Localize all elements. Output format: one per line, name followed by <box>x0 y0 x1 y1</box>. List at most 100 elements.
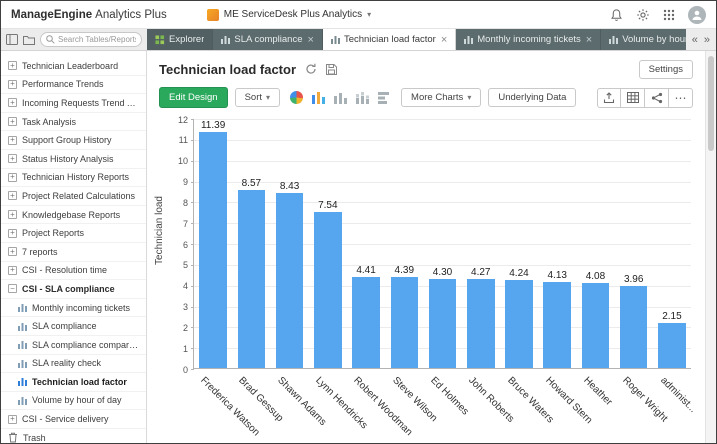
tab-volume-by-hour-of-day[interactable]: Volume by hour of day× <box>601 29 686 50</box>
scroll-tabs-right-icon[interactable]: » <box>704 34 710 46</box>
tab-label: Explorer <box>169 34 204 45</box>
expand-plus-icon[interactable]: + <box>8 191 17 200</box>
expand-plus-icon[interactable]: + <box>8 136 17 145</box>
expand-plus-icon[interactable]: + <box>8 266 17 275</box>
bar-value-label: 8.57 <box>242 178 261 189</box>
y-axis-tick-label: 0 <box>167 365 188 375</box>
sidebar-item-support-group-history[interactable]: +Support Group History <box>1 131 146 150</box>
share-icon[interactable] <box>645 88 669 108</box>
refresh-icon[interactable] <box>305 63 317 75</box>
expand-plus-icon[interactable]: + <box>8 210 17 219</box>
expand-plus-icon[interactable]: + <box>8 229 17 238</box>
bar-chart-color-icon[interactable] <box>312 91 325 104</box>
workspace-selector[interactable]: ME ServiceDesk Plus Analytics ▾ <box>207 9 371 21</box>
bar-lynn-hendricks[interactable] <box>314 212 342 368</box>
column-chart-icon[interactable] <box>334 91 347 104</box>
expand-plus-icon[interactable]: + <box>8 247 17 256</box>
bar-shawn-adams[interactable] <box>276 193 304 368</box>
tab-monthly-incoming-tickets[interactable]: Monthly incoming tickets× <box>456 29 601 50</box>
y-axis-tick-label: 7 <box>167 219 188 229</box>
bar-heather[interactable] <box>582 283 610 368</box>
vertical-scrollbar[interactable] <box>705 51 716 443</box>
sidebar-item-task-analysis[interactable]: +Task Analysis <box>1 113 146 132</box>
export-actions: ⋯ <box>597 88 693 108</box>
sidebar-report-volume-by-hour-of-day[interactable]: Volume by hour of day <box>1 392 146 411</box>
bar-administ[interactable] <box>658 323 686 368</box>
expand-plus-icon[interactable]: + <box>8 98 17 107</box>
workspace-name: ME ServiceDesk Plus Analytics <box>224 9 362 20</box>
scrollbar-thumb[interactable] <box>708 56 714 151</box>
bar-bruce-waters[interactable] <box>505 280 533 368</box>
collapse-sidebar-icon[interactable] <box>6 34 18 45</box>
close-icon[interactable]: × <box>308 34 314 46</box>
sidebar-item-incoming-requests-trend-a[interactable]: +Incoming Requests Trend A... <box>1 94 146 113</box>
expand-plus-icon[interactable]: + <box>8 415 17 424</box>
sidebar-report-sla-compliance-comparison[interactable]: SLA compliance comparison <box>1 336 146 355</box>
settings-button[interactable]: Settings <box>639 60 693 79</box>
user-avatar[interactable] <box>688 6 706 24</box>
apps-grid-icon[interactable] <box>663 9 675 21</box>
bar-column: 8.57 <box>232 119 270 368</box>
sidebar-item-csi-service-delivery[interactable]: +CSI - Service delivery <box>1 410 146 429</box>
tab-label: Volume by hour of day <box>622 34 686 45</box>
sidebar-item-technician-history-reports[interactable]: +Technician History Reports <box>1 169 146 188</box>
sidebar-item-trash[interactable]: Trash <box>1 429 146 443</box>
sidebar-report-technician-load-factor[interactable]: Technician load factor <box>1 373 146 392</box>
sidebar-item-status-history-analysis[interactable]: + Status History Analysis <box>1 150 146 169</box>
expand-plus-icon[interactable]: + <box>8 61 17 70</box>
tab-sla-compliance[interactable]: SLA compliance× <box>213 29 323 50</box>
bar-brad-gessup[interactable] <box>238 190 266 368</box>
stacked-bar-chart-icon[interactable] <box>356 91 369 104</box>
sidebar-item-csi-sla-compliance[interactable]: −CSI - SLA compliance <box>1 280 146 299</box>
settings-gear-icon[interactable] <box>636 8 650 22</box>
underlying-data-button[interactable]: Underlying Data <box>488 88 576 107</box>
sidebar-item-label: Status History Analysis <box>22 154 114 164</box>
sidebar-report-sla-reality-check[interactable]: SLA reality check <box>1 355 146 374</box>
notifications-bell-icon[interactable] <box>610 8 623 22</box>
more-charts-button[interactable]: More Charts ▾ <box>401 88 481 107</box>
bar-frederica-watson[interactable] <box>199 132 227 368</box>
bar-robert-woodman[interactable] <box>352 277 380 369</box>
sidebar-report-monthly-incoming-tickets[interactable]: Monthly incoming tickets <box>1 299 146 318</box>
sidebar-item-knowledgebase-reports[interactable]: + Knowledgebase Reports <box>1 206 146 225</box>
y-axis-tick-label: 9 <box>167 177 188 187</box>
sidebar-item-label: Project Related Calculations <box>22 191 135 201</box>
bar-howard-stern[interactable] <box>543 282 571 368</box>
sidebar-item-performance-trends[interactable]: +Performance Trends <box>1 76 146 95</box>
save-icon[interactable] <box>326 64 337 75</box>
search-input[interactable] <box>58 35 136 44</box>
tab-technician-load-factor[interactable]: Technician load factor× <box>323 29 456 50</box>
pie-chart-icon[interactable] <box>290 91 303 104</box>
sidebar-item-7-reports[interactable]: +7 reports <box>1 243 146 262</box>
sidebar-item-project-related-calculations[interactable]: + Project Related Calculations <box>1 187 146 206</box>
more-options-icon[interactable]: ⋯ <box>669 88 693 108</box>
bar-value-label: 4.08 <box>586 271 605 282</box>
expand-plus-icon[interactable]: + <box>8 154 17 163</box>
tab-explorer[interactable]: Explorer <box>147 29 213 50</box>
bar-john-roberts[interactable] <box>467 279 495 368</box>
horizontal-bar-chart-icon[interactable] <box>378 91 391 104</box>
sidebar-item-csi-resolution-time[interactable]: +CSI - Resolution time <box>1 262 146 281</box>
expand-plus-icon[interactable]: + <box>8 173 17 182</box>
bar-value-label: 4.13 <box>547 270 566 281</box>
close-icon[interactable]: × <box>586 34 592 46</box>
sidebar-item-label: Knowledgebase Reports <box>22 210 120 220</box>
expand-plus-icon[interactable]: + <box>8 117 17 126</box>
sidebar-item-project-reports[interactable]: +Project Reports <box>1 224 146 243</box>
bar-roger-wright[interactable] <box>620 286 648 368</box>
edit-design-button[interactable]: Edit Design <box>159 87 228 108</box>
expand-plus-icon[interactable]: + <box>8 80 17 89</box>
collapse-minus-icon[interactable]: − <box>8 284 17 293</box>
sidebar-report-sla-compliance[interactable]: SLA compliance <box>1 317 146 336</box>
sidebar-item-technician-leaderboard[interactable]: +Technician Leaderboard <box>1 57 146 76</box>
close-icon[interactable]: × <box>441 34 447 46</box>
sort-button[interactable]: Sort ▾ <box>235 88 280 107</box>
export-icon[interactable] <box>597 88 621 108</box>
bar-chart: Technician load 11.398.578.437.544.414.3… <box>147 111 705 443</box>
folder-icon[interactable] <box>23 35 35 45</box>
scroll-tabs-left-icon[interactable]: « <box>692 34 698 46</box>
bar-ed-holmes[interactable] <box>429 279 457 368</box>
search-box[interactable] <box>40 32 142 47</box>
table-view-icon[interactable] <box>621 88 645 108</box>
bar-steve-wilson[interactable] <box>391 277 419 368</box>
